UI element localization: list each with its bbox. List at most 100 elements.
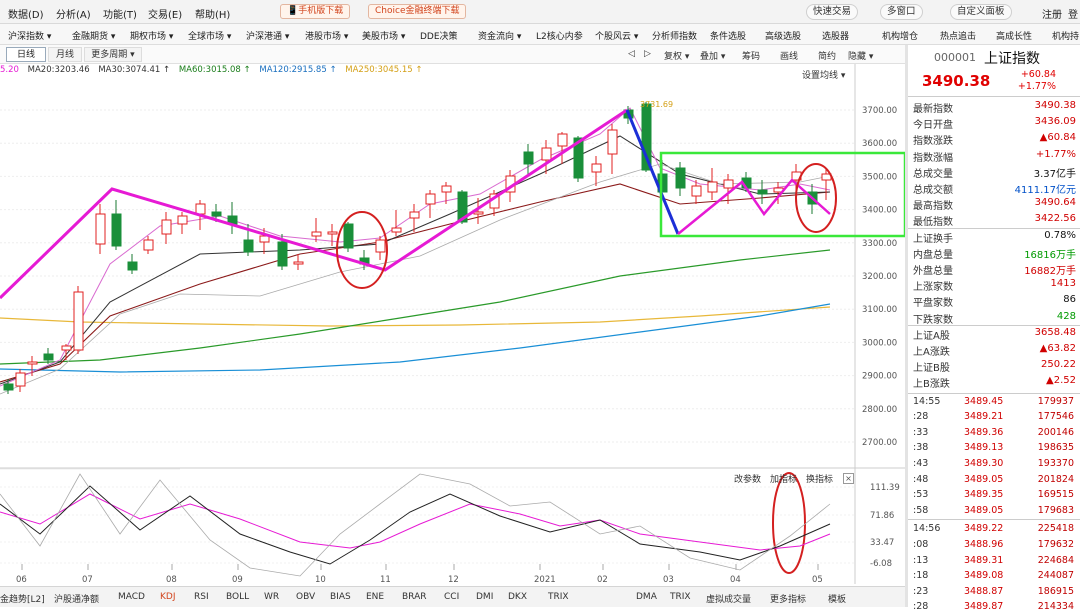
quote-label: 下跌家数 xyxy=(913,314,953,326)
nav-item[interactable]: L2核心内参 xyxy=(536,29,583,42)
indicator-tab[interactable]: BIAS xyxy=(330,592,351,602)
tick-row: :28 3489.21 177546 xyxy=(908,410,1080,426)
tick-price: 3489.21 xyxy=(964,411,1004,423)
chips-button[interactable]: 筹码 xyxy=(742,49,760,62)
restore-rights-dropdown[interactable]: 复权 ▾ xyxy=(664,49,689,62)
x-axis: 06 07 08 09 10 11 12 2021 02 03 04 05 xyxy=(16,575,823,585)
nav-item[interactable]: 高级选股 xyxy=(765,29,801,42)
indicator-tab[interactable]: ENE xyxy=(366,592,384,602)
quote-row: 最低指数 3422.56 xyxy=(908,212,1080,228)
tab-daily[interactable]: 日线 xyxy=(6,47,46,62)
add-indicator-button[interactable]: 加指标 xyxy=(770,472,797,485)
kdj-tick-label: -6.08 xyxy=(870,559,892,569)
candle-body xyxy=(3,383,14,391)
nav-item[interactable]: 期权市场 ▾ xyxy=(130,29,173,42)
indicator-tab[interactable]: BRAR xyxy=(402,592,426,602)
nav-item[interactable]: 高成长性 xyxy=(996,29,1032,42)
simple-button[interactable]: 简约 xyxy=(818,49,836,62)
nav-item[interactable]: 选股器 xyxy=(822,29,849,42)
multi-window-button[interactable]: 多窗口 xyxy=(880,4,923,20)
ma60-line xyxy=(0,249,831,365)
indicator-tab[interactable]: RSI xyxy=(194,592,209,602)
close-icon[interactable]: × xyxy=(843,473,854,484)
indicator-tab[interactable]: TRIX xyxy=(670,592,691,602)
y-tick-label: 2700.00 xyxy=(862,438,897,448)
nav-item[interactable]: 美股市场 ▾ xyxy=(362,29,405,42)
nav-item[interactable]: DDE决策 xyxy=(420,29,458,42)
quick-trade-button[interactable]: 快速交易 xyxy=(806,4,859,20)
quote-label: 上证A股 xyxy=(913,330,950,342)
indicator-tab[interactable]: 虚拟成交量 xyxy=(706,592,751,605)
register-link[interactable]: 注册 xyxy=(1042,6,1062,21)
nav-item[interactable]: 金融期货 ▾ xyxy=(72,29,115,42)
indicator-tab-kdj[interactable]: KDJ xyxy=(160,592,176,602)
indicator-tab[interactable]: DMA xyxy=(636,592,657,602)
indicator-tab[interactable]: DMI xyxy=(476,592,493,602)
ma10-line xyxy=(0,163,831,395)
nav-item[interactable]: 全球市场 ▾ xyxy=(188,29,231,42)
choice-download-button[interactable]: Choice金融终端下载 xyxy=(368,4,467,19)
menu-help[interactable]: 帮助(H) xyxy=(195,6,230,21)
tick-row: :08 3488.96 179632 xyxy=(908,538,1080,554)
nav-left-icon[interactable]: ◁ xyxy=(628,49,635,59)
indicator-tab[interactable]: 沪股通净额 xyxy=(54,592,99,605)
candle-body xyxy=(243,239,254,253)
indicator-tab[interactable]: MACD xyxy=(118,592,145,602)
indicator-tab[interactable]: TRIX xyxy=(548,592,569,602)
candle-body xyxy=(707,181,718,193)
quote-label: 上涨家数 xyxy=(913,282,953,294)
tick-price: 3489.13 xyxy=(964,442,1004,454)
indicator-tab[interactable]: 金趋势[L2] xyxy=(0,592,45,605)
tab-monthly[interactable]: 月线 xyxy=(48,47,82,62)
tick-volume: 179632 xyxy=(1037,539,1074,550)
indicator-tab[interactable]: BOLL xyxy=(226,592,249,602)
draw-line-button[interactable]: 画线 xyxy=(780,49,798,62)
candle-body xyxy=(27,361,38,365)
tab-more-periods[interactable]: 更多周期 ▾ xyxy=(84,47,142,62)
tick-price: 3489.31 xyxy=(964,554,1004,566)
custom-panel-button[interactable]: 自定义面板 xyxy=(950,4,1012,20)
nav-right-icon[interactable]: ▷ xyxy=(644,49,651,59)
nav-item[interactable]: 热点追击 xyxy=(940,29,976,42)
nav-item[interactable]: 沪深港通 ▾ xyxy=(246,29,289,42)
mobile-download-button[interactable]: 📱手机版下载 xyxy=(280,4,351,19)
menu-function[interactable]: 功能(T) xyxy=(103,6,137,21)
nav-item[interactable]: 个股风云 ▾ xyxy=(595,29,638,42)
indicator-tab[interactable]: CCI xyxy=(444,592,459,602)
indicator-tab[interactable]: 更多指标 xyxy=(770,592,806,605)
menu-analysis[interactable]: 分析(A) xyxy=(56,6,91,21)
candle-body xyxy=(523,151,534,165)
candle-body xyxy=(541,147,552,161)
menu-data[interactable]: 数据(D) xyxy=(8,6,44,21)
menu-trade[interactable]: 交易(E) xyxy=(148,6,182,21)
indicator-tab[interactable]: DKX xyxy=(508,592,527,602)
nav-item[interactable]: 条件选股 xyxy=(710,29,746,42)
tick-price: 3489.36 xyxy=(964,426,1004,438)
nav-item[interactable]: 沪深指数 ▾ xyxy=(8,29,51,42)
overlay-dropdown[interactable]: 叠加 ▾ xyxy=(700,49,725,62)
nav-item[interactable]: 资金流向 ▾ xyxy=(478,29,521,42)
kline-chart[interactable]: 3731.69 3700.00 3600.00 3500.00 3400.00 3300… xyxy=(0,64,905,586)
template-button[interactable]: 模板 xyxy=(828,592,846,605)
switch-indicator-button[interactable]: 换指标 xyxy=(806,472,833,485)
divider xyxy=(908,392,1080,394)
quote-label: 今日开盘 xyxy=(913,120,953,132)
nav-item[interactable]: 港股市场 ▾ xyxy=(305,29,348,42)
quote-label: 最新指数 xyxy=(913,104,953,115)
stock-code: 000001 xyxy=(934,51,976,64)
quote-label: 外盘总量 xyxy=(913,266,953,277)
change-params-button[interactable]: 改参数 xyxy=(734,472,761,485)
highlight-circle xyxy=(772,472,806,574)
tick-volume: 225418 xyxy=(1037,523,1074,535)
chart-grid xyxy=(0,64,905,584)
quote-row: 上证换手 0.78% xyxy=(908,229,1080,245)
hide-dropdown[interactable]: 隐藏 ▾ xyxy=(848,49,873,62)
indicator-tab[interactable]: OBV xyxy=(296,592,315,602)
nav-item[interactable]: 分析师指数 xyxy=(652,29,697,42)
nav-item[interactable]: 机构增仓 xyxy=(882,29,918,42)
quote-value: +1.77% xyxy=(1035,148,1076,160)
tick-volume: 198635 xyxy=(1037,442,1074,454)
nav-item[interactable]: 机构持 xyxy=(1052,29,1079,42)
indicator-tab[interactable]: WR xyxy=(264,592,279,602)
kdj-d-line xyxy=(0,485,831,565)
